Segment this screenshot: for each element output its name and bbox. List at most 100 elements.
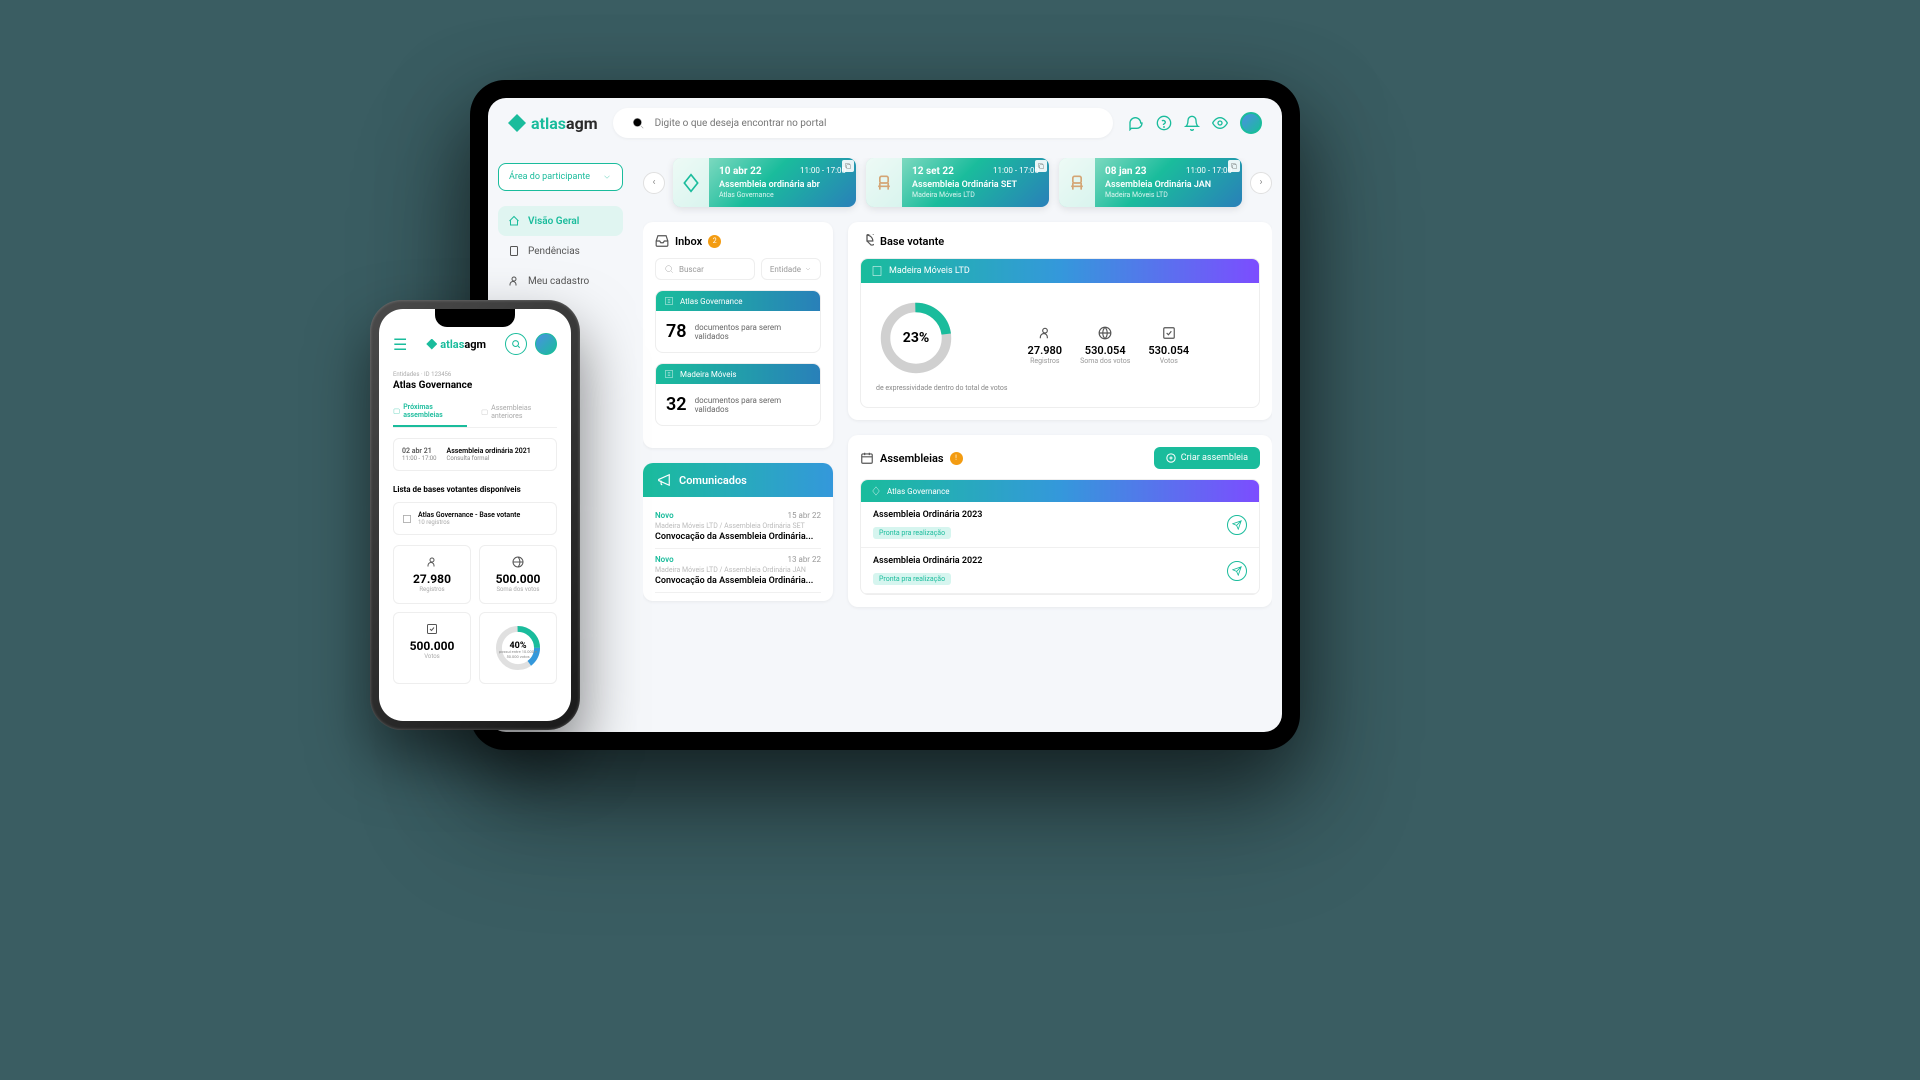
assembleias-badge: ! — [950, 452, 963, 465]
building-icon — [664, 296, 674, 306]
page-title: Atlas Governance — [393, 380, 557, 391]
calendar-icon — [481, 408, 488, 416]
inbox-badge: 2 — [708, 235, 721, 248]
chevron-down-icon — [602, 172, 612, 182]
inbox-panel: Inbox 2 Buscar Entidade — [643, 222, 833, 448]
send-icon — [1232, 520, 1242, 530]
send-button[interactable] — [1227, 561, 1247, 581]
entity-select[interactable]: Entidade — [761, 258, 821, 280]
tabs: Próximas assembleias Assembleias anterio… — [393, 403, 557, 428]
carousel-prev[interactable]: ‹ — [643, 172, 665, 194]
brand-logo[interactable]: atlasagm — [426, 338, 486, 351]
help-icon[interactable] — [1156, 115, 1172, 131]
create-assembly-button[interactable]: Criar assembleia — [1154, 447, 1260, 469]
search-icon — [664, 264, 674, 274]
inbox-item[interactable]: Madeira Móveis 32documentos para serem v… — [655, 363, 821, 426]
inbox-search[interactable]: Buscar — [655, 258, 755, 280]
main-content: ‹ 10 abr 2211:00 - 17:00 Assembleia ordi… — [643, 158, 1272, 732]
check-square-icon — [426, 623, 438, 635]
globe-icon — [1098, 326, 1112, 340]
tab-proximas[interactable]: Próximas assembleias — [393, 403, 467, 427]
stat-registros: 27.980Registros — [1028, 326, 1063, 365]
logo-icon — [871, 486, 881, 496]
chair-icon — [1067, 173, 1087, 193]
phone-device: ☰ atlasagm Entidades · ID 123456 Atlas G… — [370, 300, 580, 730]
stat-soma: 530.054Soma dos votos — [1080, 326, 1130, 365]
calendar-icon — [860, 451, 874, 465]
chevron-down-icon — [804, 265, 812, 273]
comunicados-panel: Comunicados Novo15 abr 22 Madeira Móveis… — [643, 463, 833, 601]
megaphone-icon — [657, 473, 671, 487]
meeting-item[interactable]: 02 abr 2111:00 - 17:00 Assembleia ordiná… — [393, 438, 557, 471]
meeting-card[interactable]: 08 jan 2311:00 - 17:00 Assembleia Ordiná… — [1059, 158, 1242, 207]
meeting-card[interactable]: 10 abr 2211:00 - 17:00 Assembleia ordiná… — [673, 158, 856, 207]
comunicado-item[interactable]: Novo13 abr 22 Madeira Móveis LTD / Assem… — [655, 549, 821, 593]
copy-icon[interactable] — [1228, 160, 1240, 172]
tablet-header: atlasagm — [488, 98, 1282, 148]
home-icon — [508, 215, 520, 227]
copy-icon[interactable] — [842, 160, 854, 172]
user-avatar[interactable] — [1240, 112, 1262, 134]
area-selector[interactable]: Área do participante — [498, 163, 623, 191]
user-icon — [508, 275, 520, 287]
chair-icon — [874, 173, 894, 193]
user-avatar[interactable] — [535, 333, 557, 355]
tablet-screen: atlasagm Área do participante — [488, 98, 1282, 732]
calendar-icon — [393, 407, 400, 415]
bv-item[interactable]: Atlas Governance - Base votante10 regist… — [393, 502, 557, 535]
assembly-item[interactable]: Assembleia Ordinária 2023Pronta pra real… — [861, 502, 1259, 548]
nav-cadastro[interactable]: Meu cadastro — [498, 266, 623, 296]
search-button[interactable] — [505, 333, 527, 355]
check-square-icon — [1162, 326, 1176, 340]
stat-registros: 27.980Registros — [393, 545, 471, 604]
clipboard-icon — [508, 245, 520, 257]
brand-logo[interactable]: atlasagm — [508, 114, 598, 133]
phone-notch — [435, 309, 515, 327]
assembleias-panel: Assembleias ! Criar assembleia Atlas Gov… — [848, 435, 1272, 607]
user-icon — [1038, 326, 1052, 340]
donut-chart: 23% — [876, 298, 956, 378]
global-search[interactable] — [613, 108, 1113, 138]
base-votante-panel: Base votante Madeira Móveis LTD 23% — [848, 222, 1272, 420]
breadcrumb: Entidades · ID 123456 — [393, 371, 557, 378]
pie-icon — [860, 234, 874, 248]
send-icon — [1232, 566, 1242, 576]
user-icon — [426, 556, 438, 568]
assembly-item[interactable]: Assembleia Ordinária 2022Pronta pra real… — [861, 548, 1259, 594]
header-actions — [1128, 112, 1262, 134]
plus-icon — [1166, 453, 1176, 463]
nav-pendencias[interactable]: Pendências — [498, 236, 623, 266]
globe-icon — [512, 556, 524, 568]
carousel-next[interactable]: › — [1250, 172, 1272, 194]
meetings-carousel: ‹ 10 abr 2211:00 - 17:00 Assembleia ordi… — [643, 158, 1272, 207]
section-title: Lista de bases votantes disponíveis — [393, 485, 557, 494]
chat-icon[interactable] — [1128, 115, 1144, 131]
search-icon — [631, 116, 645, 130]
phone-screen: ☰ atlasagm Entidades · ID 123456 Atlas G… — [379, 309, 571, 721]
inbox-item[interactable]: Atlas Governance 78documentos para serem… — [655, 290, 821, 353]
logo-icon — [426, 339, 437, 350]
eye-icon[interactable] — [1212, 115, 1228, 131]
inbox-icon — [655, 234, 669, 248]
stat-soma: 500.000Soma dos votos — [479, 545, 557, 604]
search-input[interactable] — [655, 118, 1095, 129]
stat-votos: 500.000Votos — [393, 612, 471, 684]
logo-icon — [508, 114, 526, 132]
building-icon — [402, 514, 412, 524]
tablet-device: atlasagm Área do participante — [470, 80, 1300, 750]
bell-icon[interactable] — [1184, 115, 1200, 131]
stat-votos: 530.054Votos — [1148, 326, 1189, 365]
copy-icon[interactable] — [1035, 160, 1047, 172]
menu-button[interactable]: ☰ — [393, 335, 407, 354]
building-icon — [664, 369, 674, 379]
nav-visao-geral[interactable]: Visão Geral — [498, 206, 623, 236]
search-icon — [511, 339, 521, 349]
logo-icon — [681, 173, 701, 193]
building-icon — [871, 265, 883, 277]
tab-anteriores[interactable]: Assembleias anteriores — [481, 403, 557, 427]
send-button[interactable] — [1227, 515, 1247, 535]
donut-chart: 40% possui entre 10.000 e 50.000 votos — [493, 623, 543, 673]
stat-donut: 40% possui entre 10.000 e 50.000 votos — [479, 612, 557, 684]
comunicado-item[interactable]: Novo15 abr 22 Madeira Móveis LTD / Assem… — [655, 505, 821, 549]
meeting-card[interactable]: 12 set 2211:00 - 17:00 Assembleia Ordiná… — [866, 158, 1049, 207]
